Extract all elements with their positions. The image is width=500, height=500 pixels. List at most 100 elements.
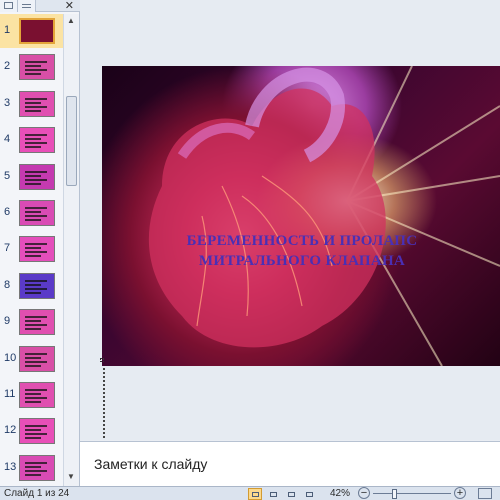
slide-thumbnail[interactable]: 7 bbox=[0, 232, 63, 266]
slide-thumbnail[interactable]: 3 bbox=[0, 87, 63, 121]
slideshow-icon bbox=[306, 492, 313, 497]
thumbnail-text-line bbox=[25, 360, 47, 363]
slide-thumbnail[interactable]: 1 bbox=[0, 14, 63, 48]
thumbnail-text-line bbox=[25, 324, 47, 327]
outline-tab[interactable] bbox=[18, 0, 36, 12]
slide-thumbnail[interactable]: 10 bbox=[0, 342, 63, 376]
slide-title-line: МИТРАЛЬНОГО КЛАПАНА bbox=[198, 253, 406, 269]
slide-title-line: БЕРЕМЕННОСТЬ И ПРОЛАПС bbox=[186, 233, 418, 249]
thumbnail-text-line bbox=[25, 182, 41, 185]
slide-number: 13 bbox=[4, 460, 17, 473]
slide-thumbnail-image bbox=[19, 309, 55, 336]
thumbnail-text-line bbox=[25, 465, 41, 468]
slide-thumbnail-image bbox=[19, 90, 55, 117]
thumbnail-text-line bbox=[25, 142, 47, 145]
slide-number: 12 bbox=[4, 424, 17, 437]
scroll-up-icon[interactable]: ▲ bbox=[67, 16, 75, 25]
slide-canvas[interactable]: БЕРЕМЕННОСТЬ И ПРОЛАПС МИТРАЛЬНОГО КЛАПА… bbox=[102, 66, 500, 366]
powerpoint-window: ✕ 1 2 3 4 5 6 7 8 9 10 11 12 13 ▲ ▼ БЕРЕ… bbox=[0, 0, 500, 500]
slide-thumbnail-image bbox=[19, 236, 55, 263]
thumbnail-text-line bbox=[25, 356, 41, 359]
slide-thumbnail-image bbox=[19, 418, 55, 445]
notes-pane[interactable]: Заметки к слайду bbox=[80, 441, 500, 486]
heart-illustration bbox=[148, 66, 500, 366]
slides-tab-icon bbox=[4, 2, 13, 9]
thumbnail-text-line bbox=[25, 73, 41, 76]
slide-sorter-button[interactable] bbox=[266, 488, 280, 500]
thumbnail-text-line bbox=[25, 243, 47, 246]
scroll-thumb[interactable] bbox=[66, 96, 77, 186]
thumbnail-text-line bbox=[25, 287, 47, 290]
thumbnail-text-line bbox=[25, 352, 47, 355]
normal-view-icon bbox=[252, 492, 259, 497]
slide-thumbnail[interactable]: 9 bbox=[0, 305, 63, 339]
slide-title[interactable]: БЕРЕМЕННОСТЬ И ПРОЛАПС МИТРАЛЬНОГО КЛАПА… bbox=[142, 231, 462, 271]
scroll-down-icon[interactable]: ▼ bbox=[67, 472, 75, 481]
thumbnail-text-line bbox=[25, 101, 41, 104]
thumbnail-text-line bbox=[25, 320, 41, 323]
slide-number: 2 bbox=[4, 60, 11, 73]
normal-view-button[interactable] bbox=[248, 488, 262, 500]
slide-number: 9 bbox=[4, 315, 11, 328]
thumbnail-text-line bbox=[25, 97, 47, 100]
slide-thumbnail[interactable]: 12 bbox=[0, 414, 63, 448]
fit-to-window-icon[interactable] bbox=[478, 488, 492, 499]
status-bar: Слайд 1 из 24 42% − + bbox=[0, 486, 500, 500]
slide-thumbnail-image bbox=[19, 272, 55, 299]
thumbnail-text-line bbox=[25, 219, 41, 221]
thumbnail-text-line bbox=[25, 69, 47, 72]
thumbnail-text-line bbox=[25, 255, 41, 258]
slide-thumbnail[interactable]: 6 bbox=[0, 196, 63, 230]
slide-thumbnail[interactable]: 11 bbox=[0, 378, 63, 412]
close-pane-icon[interactable]: ✕ bbox=[65, 0, 74, 12]
slide-thumbnail-image bbox=[19, 163, 55, 190]
thumbnail-text-line bbox=[25, 473, 41, 476]
thumbnail-text-line bbox=[25, 211, 41, 213]
thumbnail-text-line bbox=[25, 247, 41, 250]
thumbnail-text-line bbox=[25, 316, 47, 319]
thumbnail-text-line bbox=[25, 461, 47, 464]
reading-view-button[interactable] bbox=[284, 488, 298, 500]
thumbnail-text-line bbox=[25, 401, 41, 403]
thumbnail-text-line bbox=[25, 105, 47, 108]
thumbnail-text-line bbox=[25, 437, 41, 440]
thumbnail-text-line bbox=[25, 134, 47, 137]
thumbnail-text-line bbox=[25, 178, 47, 181]
thumbnail-text-line bbox=[25, 65, 41, 68]
thumbnail-text-line bbox=[25, 170, 47, 173]
selection-handle[interactable] bbox=[100, 358, 104, 362]
slide-thumbnail[interactable]: 8 bbox=[0, 269, 63, 303]
thumbnail-text-line bbox=[25, 251, 47, 254]
pane-header: ✕ bbox=[0, 0, 80, 12]
thumbnail-scrollbar[interactable]: ▲ ▼ bbox=[63, 14, 79, 486]
slide-number: 8 bbox=[4, 278, 11, 291]
slide-number: 4 bbox=[4, 133, 11, 146]
zoom-in-button[interactable]: + bbox=[454, 487, 466, 499]
reading-view-icon bbox=[288, 492, 295, 497]
thumbnail-text-line bbox=[25, 146, 41, 149]
slide-number: 6 bbox=[4, 206, 11, 218]
thumbnail-text-line bbox=[25, 109, 41, 112]
slide-number: 1 bbox=[4, 24, 11, 36]
slide-thumbnail[interactable]: 4 bbox=[0, 123, 63, 157]
slideshow-button[interactable] bbox=[302, 488, 316, 500]
slide-thumbnail[interactable]: 13 bbox=[0, 451, 63, 485]
slide-thumbnail[interactable]: 5 bbox=[0, 160, 63, 194]
heart-shape bbox=[148, 88, 386, 348]
thumbnail-text-line bbox=[25, 425, 47, 428]
notes-placeholder: Заметки к слайду bbox=[94, 456, 208, 472]
slide-thumbnail-image bbox=[19, 54, 55, 81]
thumbnail-text-line bbox=[25, 215, 47, 217]
slide-thumbnail-image bbox=[19, 18, 55, 44]
slide-number: 11 bbox=[4, 388, 16, 400]
zoom-slider-thumb[interactable] bbox=[391, 489, 397, 499]
zoom-level[interactable]: 42% bbox=[330, 488, 350, 499]
thumbnail-text-line bbox=[25, 291, 41, 294]
slide-edit-area: БЕРЕМЕННОСТЬ И ПРОЛАПС МИТРАЛЬНОГО КЛАПА… bbox=[80, 0, 500, 440]
zoom-out-button[interactable]: − bbox=[358, 487, 370, 499]
slide-number: 5 bbox=[4, 169, 11, 182]
thumbnail-text-line bbox=[25, 283, 41, 286]
slide-thumbnail[interactable]: 2 bbox=[0, 50, 63, 84]
zoom-slider-track[interactable] bbox=[373, 493, 451, 494]
slides-tab[interactable] bbox=[0, 0, 18, 12]
